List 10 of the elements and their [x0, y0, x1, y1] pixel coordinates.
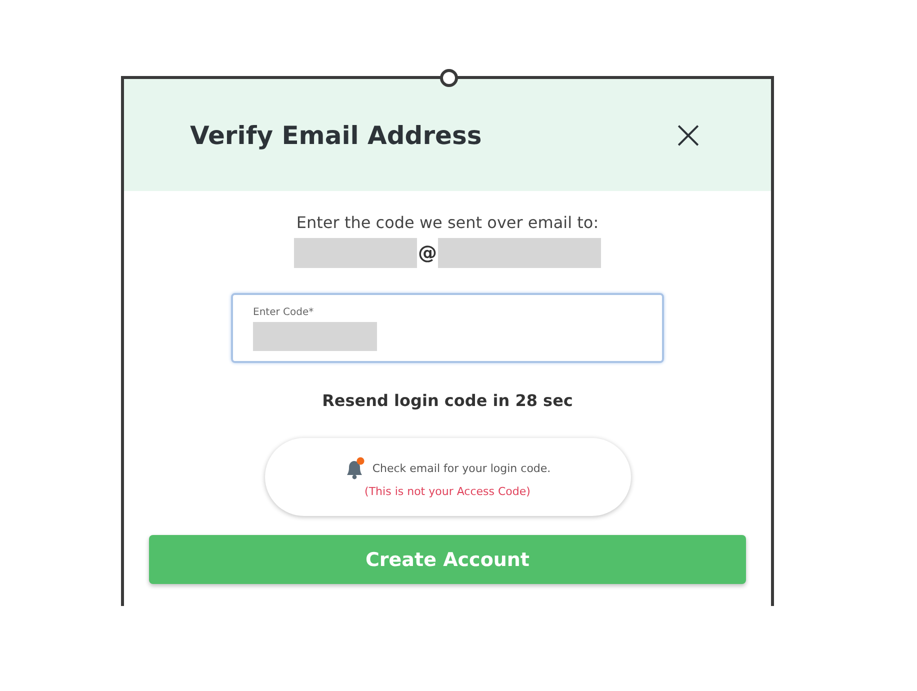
bell-icon	[344, 456, 366, 480]
dialog-title: Verify Email Address	[190, 120, 482, 150]
prompt-text: Enter the code we sent over email to:	[296, 213, 599, 232]
close-button[interactable]: ×	[667, 115, 709, 155]
at-sign: @	[417, 242, 438, 264]
resend-timer-text: Resend login code in 28 sec	[322, 391, 573, 410]
resize-handle[interactable]	[440, 69, 458, 87]
code-field[interactable]: Enter Code*	[231, 293, 664, 363]
notice-message: Check email for your login code.	[372, 462, 551, 475]
notice-warning: (This is not your Access Code)	[364, 484, 530, 498]
